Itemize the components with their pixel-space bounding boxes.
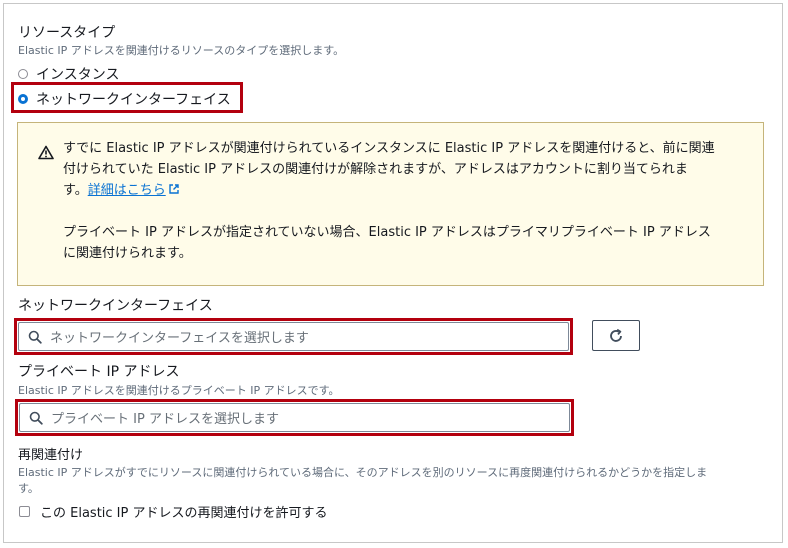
allow-reassociation-checkbox[interactable] [19,506,30,517]
reassociation-description-line2: す。 [18,482,39,495]
highlight-network-interface-select [14,318,573,355]
highlight-private-ip-select [15,399,574,436]
alert-paragraph1-line2: 付けられていた Elastic IP アドレスの関連付けが解除されますが、アドレ… [63,162,688,177]
network-interface-title: ネットワークインターフェイス [18,298,213,314]
alert-paragraph1-line3-prefix: す。 [63,183,88,198]
warning-alert: すでに Elastic IP アドレスが関連付けられているインスタンスに Ela… [17,122,764,286]
radio-option-instance[interactable]: インスタンス [18,64,119,84]
radio-instance-label: インスタンス [36,67,120,83]
alert-paragraph1-line3: す。詳細はこちら [63,180,180,201]
warning-icon [38,145,54,164]
learn-more-link-label: 詳細はこちら [87,183,166,198]
radio-instance[interactable] [18,69,28,79]
learn-more-link[interactable]: 詳細はこちら [88,183,180,198]
external-link-icon [169,184,179,194]
private-ip-title: プライベート IP アドレス [18,364,180,380]
private-ip-description: Elastic IP アドレスを関連付けるプライベート IP アドレスです。 [18,384,340,397]
refresh-button[interactable] [592,320,640,351]
refresh-icon [610,328,622,342]
alert-paragraph1-line1: すでに Elastic IP アドレスが関連付けられているインスタンスに Ela… [63,141,715,156]
alert-paragraph2-line1: プライベート IP アドレスが指定されていない場合、Elastic IP アドレ… [63,225,711,240]
highlight-radio-network-interface [11,82,243,113]
allow-reassociation-label: この Elastic IP アドレスの再関連付けを許可する [40,506,328,521]
allow-reassociation-option[interactable]: この Elastic IP アドレスの再関連付けを許可する [19,502,328,521]
reassociation-title: 再関連付け [18,448,84,463]
reassociation-description-line1: Elastic IP アドレスがすでにリソースに関連付けられている場合に、そのア… [18,466,708,479]
alert-paragraph2-line2: に関連付けられます。 [63,246,192,261]
resource-type-title: リソースタイプ [18,25,116,41]
resource-type-description: Elastic IP アドレスを関連付けるリソースのタイプを選択します。 [18,44,345,57]
